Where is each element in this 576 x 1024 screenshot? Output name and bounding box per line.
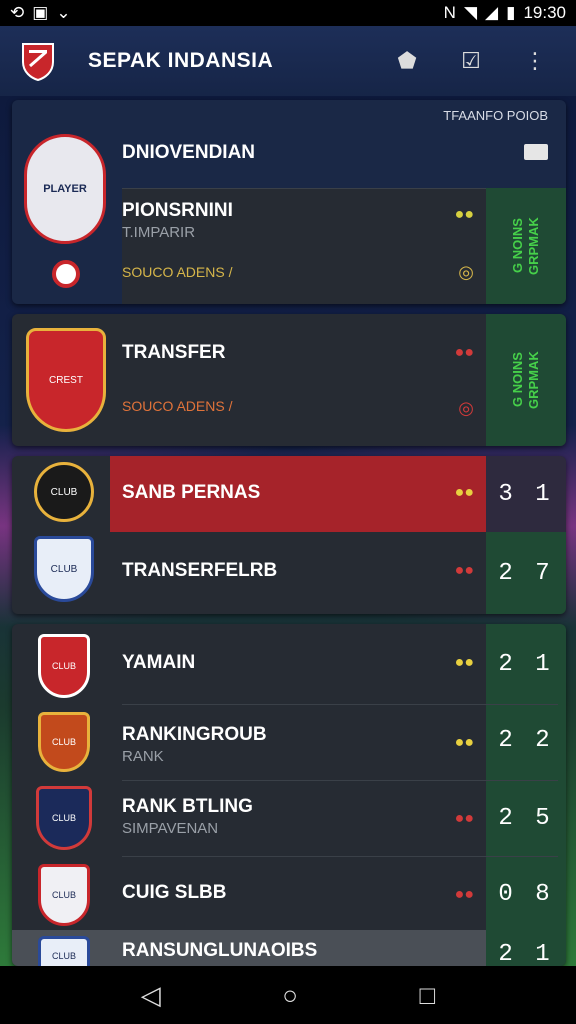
ranking-card[interactable]: CLUB YAMAIN ●● 2 1 CLUB RANKINGROUB RANK… (12, 624, 566, 966)
status-bar: ⟲ ▣ ⌄ N ◥ ◢ ▮ 19:30 (0, 0, 576, 26)
club-crest-icon: CLUB (38, 712, 90, 772)
target-icon: ◎ (458, 398, 474, 418)
status-line-1: G NOINS (510, 352, 525, 408)
chevron-icon: ⌄ (56, 3, 71, 22)
gallery-icon: ▣ (32, 3, 49, 22)
ball-pair-icon: ●● (454, 654, 474, 671)
card-header-label: TFAANFO POIOB (443, 108, 548, 123)
ranking-name: RANKINGROUB (122, 724, 267, 745)
signal-icon: ◢ (485, 3, 499, 22)
match-name: SANB PERNAS (122, 482, 261, 503)
main-content[interactable]: TFAANFO POIOB DNIOVENDIAN PLAYER PIONSRN… (0, 96, 576, 966)
card-title: DNIOVENDIAN (122, 142, 256, 163)
clock: 19:30 (523, 3, 566, 22)
featured-player-card[interactable]: TFAANFO POIOB DNIOVENDIAN PLAYER PIONSRN… (12, 100, 566, 304)
match-card[interactable]: CLUB SANB PERNAS ●● 3 1 CLUB TRANSERFELR… (12, 456, 566, 614)
app-bar: SEPAK INDANSIA ⬟ ☑ ⋮ (0, 26, 576, 96)
club-crest-icon: CLUB (38, 634, 90, 698)
ranking-name: RANK BTLING (122, 796, 253, 817)
sync-icon: ⟲ (10, 3, 25, 22)
battery-icon: ▮ (506, 3, 516, 22)
app-logo-icon[interactable] (18, 39, 58, 83)
score: 2 2 (498, 726, 554, 754)
back-icon[interactable]: ◁ (141, 980, 161, 1011)
system-nav-bar: ◁ ○ □ (0, 966, 576, 1024)
stat-text: SOUCO ADENS / (122, 264, 233, 280)
ball-pair-icon: ●● (454, 206, 474, 223)
ranking-name: RANSUNGLUNAOIBS (122, 940, 318, 961)
app-title: SEPAK INDANSIA (88, 49, 274, 72)
club-crest-icon: CLUB (38, 864, 90, 926)
status-line-2: GRPMAK (526, 351, 541, 409)
club-crest-icon: CLUB (34, 536, 94, 602)
card-menu-icon[interactable] (524, 144, 548, 160)
transfer-card[interactable]: CREST TRANSFER SOUCO ADENS / ●● ◎ G NOIN… (12, 314, 566, 446)
status-column: G NOINS GRPMAK (486, 188, 566, 304)
football-icon (52, 260, 80, 288)
nfc-icon: N (443, 3, 456, 22)
ball-pair-icon: ●● (454, 886, 474, 903)
club-crest-icon: CLUB (38, 936, 90, 966)
player-sub: T.IMPARIR (122, 224, 196, 241)
score: 2 1 (498, 940, 554, 967)
stat-text: SOUCO ADENS / (122, 398, 233, 414)
divider (122, 780, 558, 781)
club-crest-icon: CLUB (34, 462, 94, 522)
ball-pair-icon: ●● (454, 734, 474, 751)
ranking-sub: SIMPAVENAN (122, 820, 219, 837)
shield-icon[interactable]: ⬟ (390, 44, 424, 78)
ranking-name: CUIG SLBB (122, 882, 227, 903)
club-crest-icon: CREST (26, 328, 106, 432)
target-icon: ◎ (458, 262, 474, 282)
player-avatar[interactable]: PLAYER (24, 134, 106, 244)
status-column: G NOINS GRPMAK (486, 314, 566, 446)
player-name: PIONSRNINI (122, 200, 233, 221)
score: 3 1 (486, 456, 566, 532)
wifi-icon: ◥ (463, 3, 478, 22)
club-crest-icon: CLUB (36, 786, 92, 850)
recents-icon[interactable]: □ (420, 980, 436, 1011)
ball-pair-icon: ●● (454, 344, 474, 361)
home-icon[interactable]: ○ (282, 980, 298, 1011)
divider (122, 856, 558, 857)
ball-pair-icon: ●● (454, 562, 474, 579)
status-line-1: G NOINS (510, 218, 525, 274)
score: 2 7 (486, 532, 566, 614)
ranking-name: YAMAIN (122, 652, 196, 673)
check-icon[interactable]: ☑ (454, 44, 488, 78)
more-icon[interactable]: ⋮ (518, 44, 552, 78)
score: 2 5 (498, 804, 554, 832)
match-name: TRANSERFELRB (122, 560, 278, 581)
player-name: TRANSFER (122, 342, 226, 363)
divider (122, 704, 558, 705)
score: 0 8 (498, 880, 554, 908)
score: 2 1 (498, 650, 554, 678)
ranking-sub: RANK (122, 748, 164, 765)
ball-pair-icon: ●● (454, 810, 474, 827)
ball-pair-icon: ●● (454, 484, 474, 501)
status-line-2: GRPMAK (526, 217, 541, 275)
